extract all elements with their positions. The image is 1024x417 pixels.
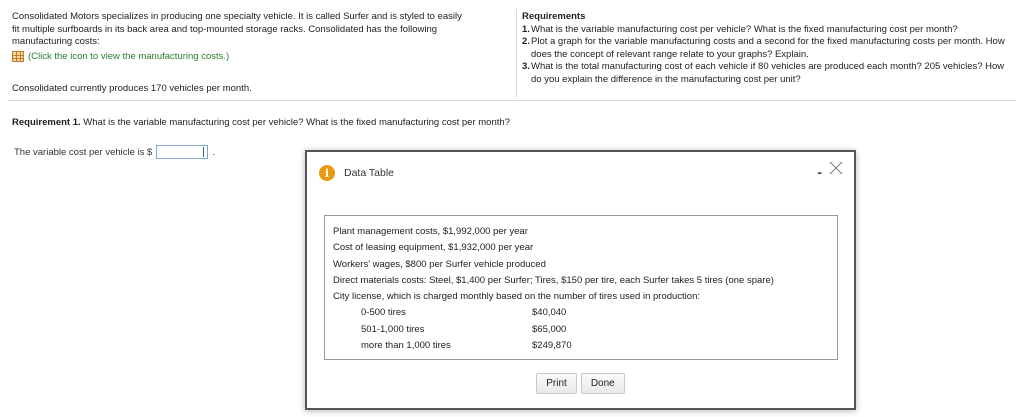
requirements-title: Requirements (522, 11, 586, 22)
tier-cost: $65,000 (532, 323, 567, 335)
cost-line: City license, which is charged monthly b… (333, 291, 701, 303)
cost-line: Plant management costs, $1,992,000 per y… (333, 226, 528, 237)
cost-line: Cost of leasing equipment, $1,932,000 pe… (333, 242, 534, 254)
current-requirement-text: What is the variable manufacturing cost … (80, 117, 510, 128)
tier-range: 501-1,000 tires (361, 323, 425, 335)
data-table-dialog: i Data Table - Plant management costs, $… (305, 150, 856, 410)
requirement-item: 2. Plot a graph for the variable manufac… (522, 36, 1017, 61)
cost-line: Workers' wages, $800 per Surfer vehicle … (333, 258, 546, 270)
info-icon: i (319, 165, 335, 181)
answer-suffix: . (212, 146, 215, 158)
requirement-number: 3. (522, 61, 530, 72)
dialog-title: Data Table (344, 167, 395, 179)
answer-prefix: The variable cost per vehicle is $ (14, 146, 153, 158)
view-costs-link-text[interactable]: (Click the icon to view the manufacturin… (28, 51, 229, 64)
requirement-number: 2. (522, 36, 530, 47)
requirement-item: 3. What is the total manufacturing cost … (522, 61, 1017, 86)
cost-line: Direct materials costs: Steel, $1,400 pe… (333, 274, 774, 286)
problem-statement: Consolidated Motors specializes in produ… (12, 11, 512, 63)
dialog-button-row: Print Done (307, 373, 854, 394)
view-costs-link[interactable]: (Click the icon to view the manufacturin… (12, 51, 512, 64)
current-requirement-heading: Requirement 1. What is the variable manu… (12, 117, 510, 128)
text-caret (203, 147, 205, 157)
column-divider (516, 9, 517, 97)
tier-cost: $249,870 (532, 340, 572, 352)
cost-data-table: Plant management costs, $1,992,000 per y… (324, 215, 838, 360)
license-tier-table: 0-500 tires $40,040 501-1,000 tires $65,… (361, 305, 829, 354)
done-button[interactable]: Done (580, 373, 625, 394)
section-divider (8, 100, 1016, 101)
print-button[interactable]: Print (536, 373, 577, 394)
tier-range: 0-500 tires (361, 307, 406, 319)
problem-line: Consolidated Motors specializes in produ… (12, 11, 462, 22)
requirement-text: What is the variable manufacturing cost … (531, 23, 958, 35)
current-requirement-label: Requirement 1. (12, 117, 81, 128)
tier-range: more than 1,000 tires (361, 340, 451, 352)
answer-row: The variable cost per vehicle is $ . (14, 145, 215, 159)
requirement-text: What is the total manufacturing cost of … (531, 61, 1005, 85)
requirements-panel: Requirements 1. What is the variable man… (522, 11, 1017, 86)
minimize-button[interactable]: - (817, 165, 822, 179)
problem-line: fit multiple surfboards in its back area… (12, 23, 438, 35)
requirement-number: 1. (522, 23, 530, 35)
variable-cost-input[interactable] (156, 145, 209, 159)
tier-cost: $40,040 (532, 307, 567, 319)
close-icon[interactable] (828, 160, 844, 176)
requirement-item: 1. What is the variable manufacturing co… (522, 24, 1017, 37)
grid-table-icon[interactable] (12, 51, 24, 63)
dialog-header: i Data Table (319, 165, 394, 181)
problem-line: manufacturing costs: (12, 36, 100, 47)
production-volume-text: Consolidated currently produces 170 vehi… (12, 83, 252, 94)
requirement-text: Plot a graph for the variable manufactur… (531, 36, 1005, 60)
